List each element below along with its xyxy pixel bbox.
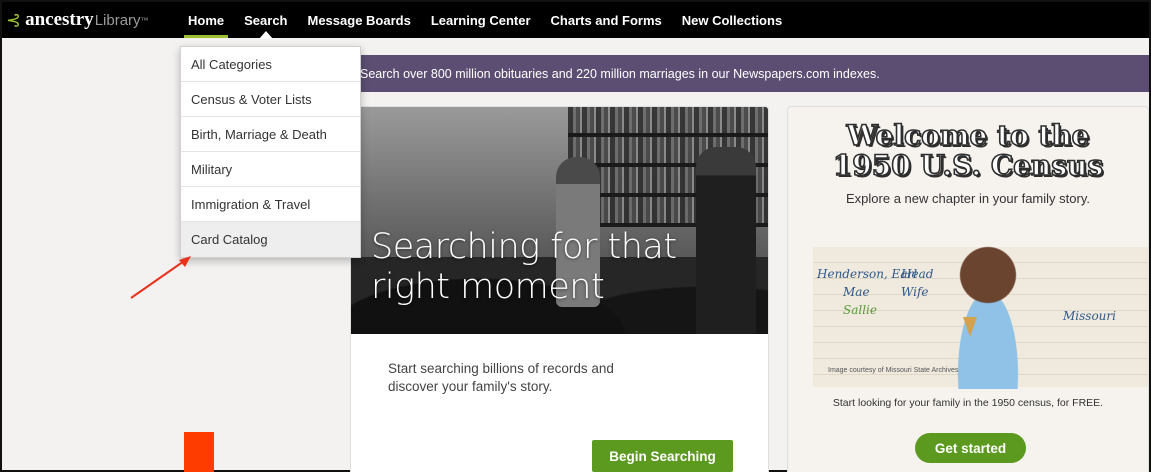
top-navigation-bar: ⊰ ancestry Library ™ Home Search Message…	[2, 2, 1149, 39]
logo-library-text: Library	[94, 11, 141, 29]
search-dropdown-menu: All Categories Census & Voter Lists Birt…	[180, 46, 361, 258]
orange-marker	[184, 432, 214, 472]
main-nav: Home Search Message Boards Learning Cent…	[178, 2, 792, 39]
red-arrow-annotation-icon	[130, 256, 191, 299]
ancestry-leaf-icon: ⊰	[6, 9, 22, 31]
handwritten-name: Sallie	[843, 303, 877, 317]
headline-line-1: Searching for that	[371, 227, 677, 267]
logo-trademark: ™	[140, 15, 149, 25]
promo-banner[interactable]: Search over 800 million obituaries and 2…	[354, 55, 1149, 92]
nav-home[interactable]: Home	[178, 2, 234, 38]
nav-message-boards[interactable]: Message Boards	[298, 2, 421, 38]
woman-figure	[696, 147, 756, 334]
census-subtitle: Explore a new chapter in your family sto…	[846, 191, 1090, 206]
nav-charts-and-forms[interactable]: Charts and Forms	[541, 2, 672, 38]
promo-banner-text: Search over 800 million obituaries and 2…	[360, 66, 880, 81]
nav-search[interactable]: Search	[234, 2, 297, 39]
menu-item-card-catalog[interactable]: Card Catalog	[181, 222, 360, 257]
handwritten-name: Mae	[843, 285, 870, 299]
census-title-line-1: Welcome to the	[846, 119, 1091, 152]
menu-item-census-voter-lists[interactable]: Census & Voter Lists	[181, 82, 360, 117]
nav-learning-center[interactable]: Learning Center	[421, 2, 541, 38]
search-card-description: Start searching billions of records and …	[388, 361, 614, 394]
search-promo-card: Searching for that right moment Start se…	[350, 106, 769, 472]
logo-wordmark: ancestry	[25, 9, 94, 30]
headline-line-2: right moment	[371, 267, 605, 307]
vintage-library-photo: Searching for that right moment	[351, 107, 768, 334]
ice-cream-cone-icon	[963, 317, 977, 337]
census-title: Welcome to the 1950 U.S. Census	[788, 119, 1148, 182]
census-1950-card: Welcome to the 1950 U.S. Census Explore …	[787, 106, 1149, 472]
handwritten-state: Missouri	[1063, 309, 1116, 323]
menu-item-military[interactable]: Military	[181, 152, 360, 187]
nav-new-collections[interactable]: New Collections	[672, 2, 792, 38]
handwritten-relation: Wife	[901, 285, 929, 299]
census-footer-text: Start looking for your family in the 195…	[832, 397, 1104, 409]
get-started-button[interactable]: Get started	[915, 433, 1026, 463]
arrow-head	[179, 256, 191, 267]
census-title-line-2: 1950 U.S. Census	[832, 149, 1104, 182]
menu-item-all-categories[interactable]: All Categories	[181, 47, 360, 82]
menu-item-birth-marriage-death[interactable]: Birth, Marriage & Death	[181, 117, 360, 152]
menu-item-immigration-travel[interactable]: Immigration & Travel	[181, 187, 360, 222]
ancestry-library-logo[interactable]: ⊰ ancestry Library ™	[2, 2, 178, 38]
arrow-shaft	[130, 258, 188, 299]
image-credit: Image courtesy of Missouri State Archive…	[828, 367, 959, 374]
begin-searching-button[interactable]: Begin Searching	[592, 440, 733, 472]
handwritten-relation: Head	[901, 267, 934, 281]
photo-headline: Searching for that right moment	[371, 227, 677, 307]
